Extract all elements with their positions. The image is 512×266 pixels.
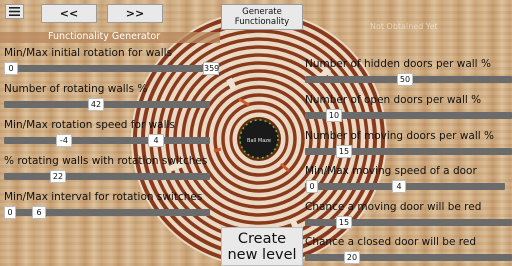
hidden-doors-label: Number of hidden doors per wall % — [305, 58, 491, 70]
rotating-walls-label: Number of rotating walls % — [4, 83, 148, 95]
hamburger-icon — [9, 7, 20, 16]
door-speed-min-value[interactable]: 0 — [306, 180, 318, 193]
open-doors-value[interactable]: 10 — [326, 109, 342, 122]
switch-interval-min-value[interactable]: 0 — [4, 206, 16, 219]
create-label-line1: Create — [237, 230, 287, 247]
moving-door-red-value[interactable]: 15 — [336, 216, 352, 229]
switch-interval-max-value[interactable]: 6 — [32, 206, 46, 219]
initial-rotation-min-value[interactable]: 0 — [4, 62, 18, 75]
closed-door-red-label: Chance a closed door will be red — [305, 236, 476, 248]
moving-doors-label: Number of moving doors per wall % — [305, 130, 495, 142]
previous-level-button[interactable]: << — [41, 4, 97, 23]
rotating-walls-slider[interactable] — [4, 101, 210, 108]
open-doors-label: Number of open doors per wall % — [305, 94, 482, 106]
rotation-speed-max-value[interactable]: 4 — [148, 134, 164, 147]
maze-center-label: Ball Maze — [247, 138, 271, 144]
menu-button[interactable] — [5, 4, 24, 19]
door-speed-label: Min/Max moving speed of a door — [305, 165, 477, 177]
initial-rotation-label: Min/Max initial rotation for walls — [4, 47, 173, 59]
closed-door-red-slider[interactable] — [305, 254, 512, 261]
generate-functionality-button[interactable]: Generate Functionality — [221, 4, 303, 30]
right-panel-title: Not Obtained Yet — [370, 22, 438, 31]
rotation-switches-value[interactable]: 22 — [50, 170, 66, 183]
initial-rotation-slider[interactable] — [4, 65, 218, 72]
rotation-speed-label: Min/Max rotation speed for walls — [4, 119, 175, 131]
rotation-switches-label: % rotating walls with rotation switches — [4, 155, 208, 167]
next-level-button[interactable]: >> — [107, 4, 163, 23]
moving-door-red-label: Chance a moving door will be red — [305, 201, 482, 213]
door-speed-max-value[interactable]: 4 — [392, 180, 406, 193]
create-new-level-button[interactable]: Create new level — [221, 227, 303, 266]
rotating-walls-value[interactable]: 42 — [88, 98, 104, 111]
rotation-speed-slider[interactable] — [4, 137, 210, 144]
switch-interval-label: Min/Max interval for rotation switches — [4, 191, 203, 203]
moving-doors-value[interactable]: 15 — [336, 145, 352, 158]
closed-door-red-value[interactable]: 20 — [344, 251, 360, 264]
rotation-speed-min-value[interactable]: -4 — [56, 134, 72, 147]
rotation-switches-slider[interactable] — [4, 173, 210, 180]
create-label-line2: new level — [227, 246, 297, 263]
left-panel-title: Functionality Generator — [48, 31, 161, 42]
hidden-doors-value[interactable]: 50 — [397, 73, 413, 86]
initial-rotation-max-value[interactable]: 359 — [203, 62, 219, 75]
